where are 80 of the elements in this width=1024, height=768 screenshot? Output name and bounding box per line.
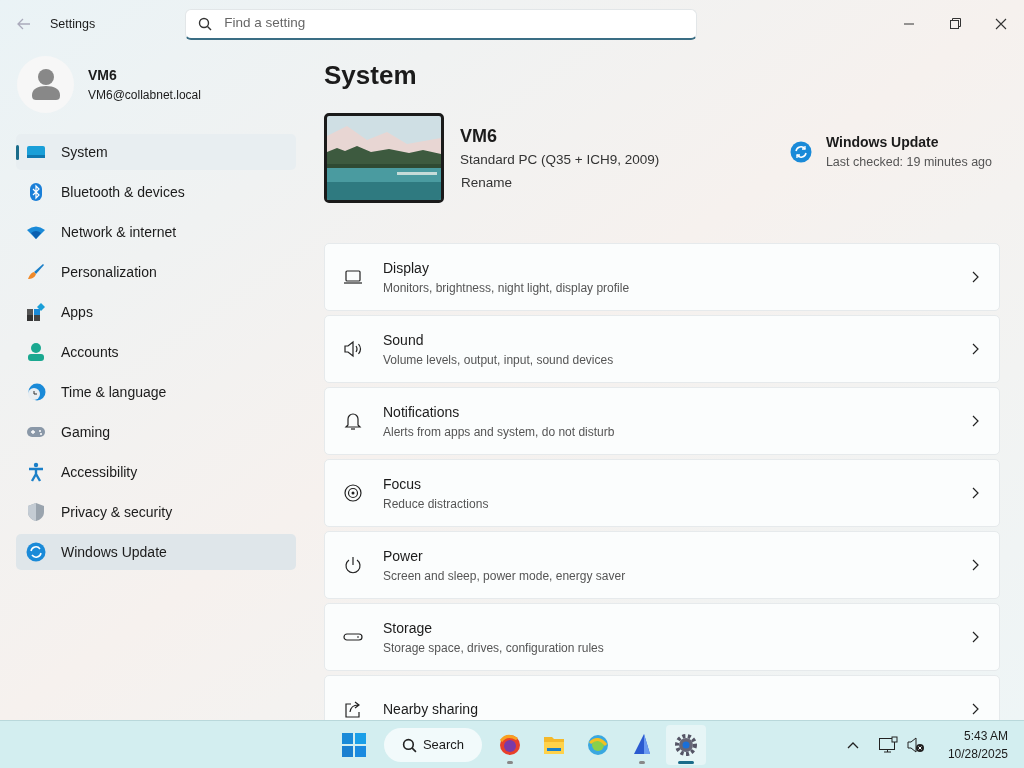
paintbrush-icon [26, 262, 46, 282]
chevron-right-icon [971, 631, 979, 643]
apps-icon [26, 302, 46, 322]
gear-icon [674, 733, 698, 757]
card-description: Monitors, brightness, night light, display profile [383, 279, 630, 297]
taskbar-app[interactable] [666, 725, 706, 765]
sync-icon[interactable] [789, 141, 812, 163]
share-icon [343, 699, 363, 719]
sidebar-item[interactable]: Accounts [16, 334, 296, 370]
chevron-right-icon [971, 343, 979, 355]
search-field[interactable]: Find a setting [185, 8, 698, 40]
speaker-icon [343, 339, 363, 359]
sync-icon [26, 542, 46, 562]
sidebar-item[interactable]: Windows Update [16, 534, 296, 570]
device-name: VM6 [460, 125, 498, 149]
browser-icon [498, 733, 522, 757]
card-title: Sound [383, 330, 425, 350]
speaker-muted-icon[interactable] [905, 735, 926, 754]
accessibility-icon [26, 462, 46, 482]
start-icon[interactable] [342, 733, 366, 757]
update-title[interactable]: Windows Update [825, 132, 992, 154]
browser-icon [586, 733, 610, 757]
settings-card[interactable]: Focus Reduce distractions [324, 459, 1000, 527]
running-indicator [507, 761, 513, 764]
selection-indicator [16, 145, 19, 160]
bell-icon [343, 411, 363, 431]
chevron-right-icon [971, 559, 979, 571]
search-icon [401, 737, 417, 753]
shield-icon [26, 502, 46, 522]
sidebar-item[interactable]: Gaming [16, 414, 296, 450]
device-model: Standard PC (Q35 + ICH9, 2009) [460, 151, 660, 170]
card-title: Notifications [383, 402, 461, 422]
card-title: Power [383, 546, 424, 566]
chevron-right-icon [971, 487, 979, 499]
person-icon [29, 67, 62, 101]
sidebar-item[interactable]: Accessibility [16, 454, 296, 490]
card-description: Storage space, drives, configuration rules [383, 639, 604, 657]
settings-card[interactable]: Display Monitors, brightness, night light, display profile [324, 243, 1000, 311]
card-description: Volume levels, output, input, sound devices [383, 351, 614, 369]
settings-card[interactable]: Nearby sharing [324, 675, 1000, 720]
sidebar-item[interactable]: Privacy & security [16, 494, 296, 530]
card-description: Screen and sleep, power mode, energy saver [383, 567, 626, 585]
focus-icon [343, 483, 363, 503]
chevron-right-icon [971, 271, 979, 283]
sidebar-item[interactable]: Personalization [16, 254, 296, 290]
search-input: Find a setting [224, 13, 685, 34]
chevron-right-icon [971, 415, 979, 427]
sidebar-item[interactable]: Time & language [16, 374, 296, 410]
rename-link[interactable]: Rename [461, 172, 660, 193]
card-title: Nearby sharing [383, 699, 478, 719]
sidebar-item[interactable]: Apps [16, 294, 296, 330]
clock-globe-icon [26, 382, 46, 402]
search-icon [198, 16, 213, 31]
monitor-icon[interactable] [877, 735, 898, 754]
account-name: VM6 [88, 65, 118, 85]
card-title: Storage [383, 618, 434, 638]
account-email: VM6@collabnet.local [88, 86, 201, 104]
person-icon [26, 342, 46, 362]
taskbar-search[interactable]: Search [384, 728, 482, 762]
sidebar-item[interactable]: Bluetooth & devices [16, 174, 296, 210]
running-indicator [678, 761, 694, 764]
power-icon [343, 555, 363, 575]
clock-time[interactable]: 5:43 AM [963, 726, 1008, 745]
card-title: Focus [383, 474, 423, 494]
card-description: Alerts from apps and system, do not disturb [383, 423, 615, 441]
clock-date[interactable]: 10/28/2025 [947, 744, 1008, 763]
chevron-right-icon [971, 703, 979, 715]
laptop-icon [343, 267, 363, 287]
sidebar-item[interactable]: System [16, 134, 296, 170]
settings-card[interactable]: Notifications Alerts from apps and system, do not disturb [324, 387, 1000, 455]
card-description: Reduce distractions [383, 495, 489, 513]
settings-card[interactable]: Power Screen and sleep, power mode, energy saver [324, 531, 1000, 599]
update-status: Last checked: 19 minutes ago [825, 154, 992, 172]
settings-card[interactable]: Sound Volume levels, output, input, sound devices [324, 315, 1000, 383]
running-indicator [639, 761, 645, 764]
sidebar-item[interactable]: Network & internet [16, 214, 296, 250]
page-title: System [324, 59, 418, 92]
window-title: Settings [50, 15, 96, 33]
settings-card[interactable]: Storage Storage space, drives, configuration rules [324, 603, 1000, 671]
card-title: Display [383, 258, 430, 278]
